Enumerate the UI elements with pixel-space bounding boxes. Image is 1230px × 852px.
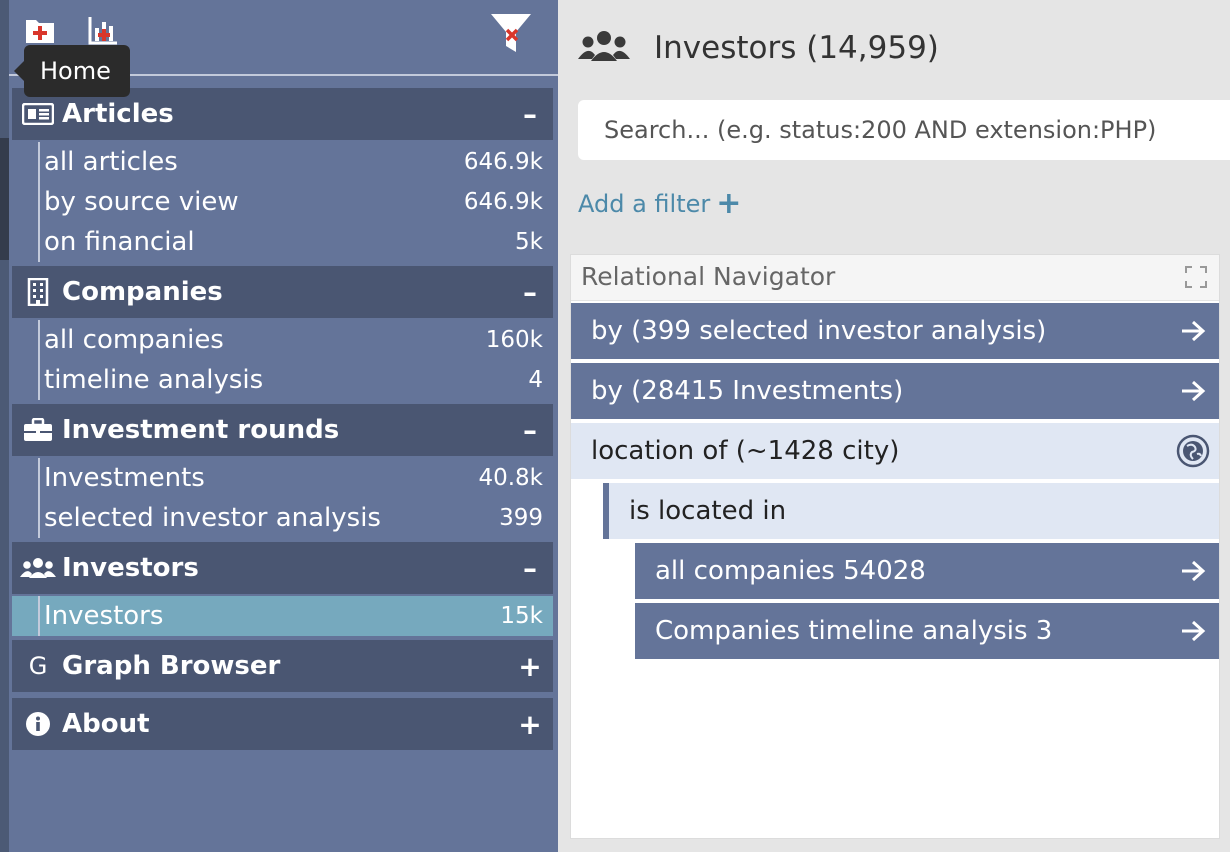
section-items-investment-rounds: Investments 40.8k selected investor analy…	[12, 458, 553, 538]
clear-filter-icon[interactable]	[489, 12, 533, 54]
sidebar-item-count: 4	[528, 367, 543, 393]
home-tooltip: Home	[14, 45, 130, 97]
sidebar-item-count: 399	[499, 505, 543, 531]
add-filter-label: Add a filter	[578, 189, 711, 218]
sidebar-item-label: timeline analysis	[44, 365, 264, 395]
panel-header: Relational Navigator	[571, 255, 1219, 301]
sidebar-item-timeline-analysis[interactable]: timeline analysis 4	[12, 360, 553, 400]
sidebar-item-label: on financial	[44, 227, 195, 257]
sidebar-item-all-articles[interactable]: all articles 646.9k	[12, 142, 553, 182]
users-icon	[578, 30, 630, 66]
nav-row-label: is located in	[629, 496, 787, 526]
sidebar-item-investors[interactable]: Investors 15k	[12, 596, 553, 636]
sidebar-item-investments[interactable]: Investments 40.8k	[12, 458, 553, 498]
sidebar-item-label: all companies	[44, 325, 224, 355]
collapse-articles-button[interactable]: –	[515, 98, 545, 131]
section-header-graph-browser[interactable]: G Graph Browser +	[12, 640, 553, 692]
nav-row-label: by (28415 Investments)	[591, 376, 904, 406]
section-items-investors: Investors 15k	[12, 596, 553, 636]
nav-row-investments[interactable]: by (28415 Investments)	[571, 363, 1219, 419]
section-title-investment-rounds: Investment rounds	[62, 415, 340, 445]
sidebar-item-label: Investments	[44, 463, 205, 493]
arrow-right-icon	[1173, 620, 1213, 642]
section-header-companies[interactable]: Companies –	[12, 266, 553, 318]
sidebar-item-count: 646.9k	[463, 149, 543, 175]
expand-about-button[interactable]: +	[515, 708, 545, 741]
collapse-companies-button[interactable]: –	[515, 276, 545, 309]
nav-row-selected-investor-analysis[interactable]: by (399 selected investor analysis)	[571, 303, 1219, 359]
arrow-right-icon	[1173, 380, 1213, 402]
sidebar-item-count: 40.8k	[478, 465, 543, 491]
sidebar-item-label: by source view	[44, 187, 239, 217]
nav-row-label: Companies timeline analysis 3	[655, 616, 1053, 646]
globe-icon[interactable]	[1173, 434, 1213, 468]
nav-row-all-companies[interactable]: all companies 54028	[635, 543, 1219, 599]
nav-row-label: location of (~1428 city)	[591, 436, 900, 466]
page-title: Investors (14,959)	[654, 30, 939, 66]
add-filter-link[interactable]: Add a filter +	[578, 186, 741, 221]
section-title-graph-browser: Graph Browser	[62, 651, 281, 681]
nav-row-label: all companies 54028	[655, 556, 926, 586]
building-icon	[18, 278, 58, 306]
sidebar-item-all-companies[interactable]: all companies 160k	[12, 320, 553, 360]
add-chart-icon[interactable]	[87, 14, 119, 46]
nav-row-companies-timeline-analysis[interactable]: Companies timeline analysis 3	[635, 603, 1219, 659]
sidebar-item-label: Investors	[44, 601, 164, 631]
sidebar-item-count: 646.9k	[463, 189, 543, 215]
sidebar-item-label: all articles	[44, 147, 178, 177]
sidebar-item-count: 5k	[515, 229, 543, 255]
main-content: Investors (14,959) Search... (e.g. statu…	[558, 0, 1230, 852]
add-dashboard-icon[interactable]	[25, 16, 55, 44]
collapse-investors-button[interactable]: –	[515, 552, 545, 585]
relational-navigator-panel: Relational Navigator by (399 selected in…	[570, 254, 1220, 839]
sidebar-item-label: selected investor analysis	[44, 503, 381, 533]
sidebar-item-count: 160k	[485, 327, 543, 353]
info-icon	[18, 711, 58, 737]
expand-icon[interactable]	[1185, 266, 1207, 288]
section-items-articles: all articles 646.9k by source view 646.9k …	[12, 142, 553, 262]
section-header-investment-rounds[interactable]: Investment rounds –	[12, 404, 553, 456]
nav-row-label: by (399 selected investor analysis)	[591, 316, 1047, 346]
sidebar-item-by-source-view[interactable]: by source view 646.9k	[12, 182, 553, 222]
sidebar-item-on-financial[interactable]: on financial 5k	[12, 222, 553, 262]
section-items-companies: all companies 160k timeline analysis 4	[12, 320, 553, 400]
sidebar-item-count: 15k	[500, 603, 543, 629]
section-header-about[interactable]: About +	[12, 698, 553, 750]
arrow-right-icon	[1173, 320, 1213, 342]
page-header: Investors (14,959)	[578, 22, 939, 74]
expand-graph-browser-button[interactable]: +	[515, 650, 545, 683]
search-input[interactable]: Search... (e.g. status:200 AND extension…	[578, 100, 1230, 160]
sidebar-item-selected-investor-analysis[interactable]: selected investor analysis 399	[12, 498, 553, 538]
plus-icon: +	[716, 186, 742, 221]
briefcase-icon	[18, 418, 58, 442]
panel-title: Relational Navigator	[581, 262, 836, 291]
sidebar: Home Articles – all articles 646.9k by so…	[0, 0, 558, 852]
section-header-investors[interactable]: Investors –	[12, 542, 553, 594]
left-edge-bar	[0, 0, 9, 852]
arrow-right-icon	[1173, 560, 1213, 582]
nav-row-location-of-city[interactable]: location of (~1428 city)	[571, 423, 1219, 479]
collapse-investment-rounds-button[interactable]: –	[515, 414, 545, 447]
section-title-about: About	[62, 709, 150, 739]
graph-browser-g-icon: G	[28, 652, 48, 680]
section-title-investors: Investors	[62, 553, 199, 583]
users-icon	[18, 557, 58, 579]
nav-row-is-located-in: is located in	[603, 483, 1219, 539]
section-title-articles: Articles	[62, 99, 174, 129]
section-title-companies: Companies	[62, 277, 223, 307]
newspaper-icon	[18, 103, 58, 125]
